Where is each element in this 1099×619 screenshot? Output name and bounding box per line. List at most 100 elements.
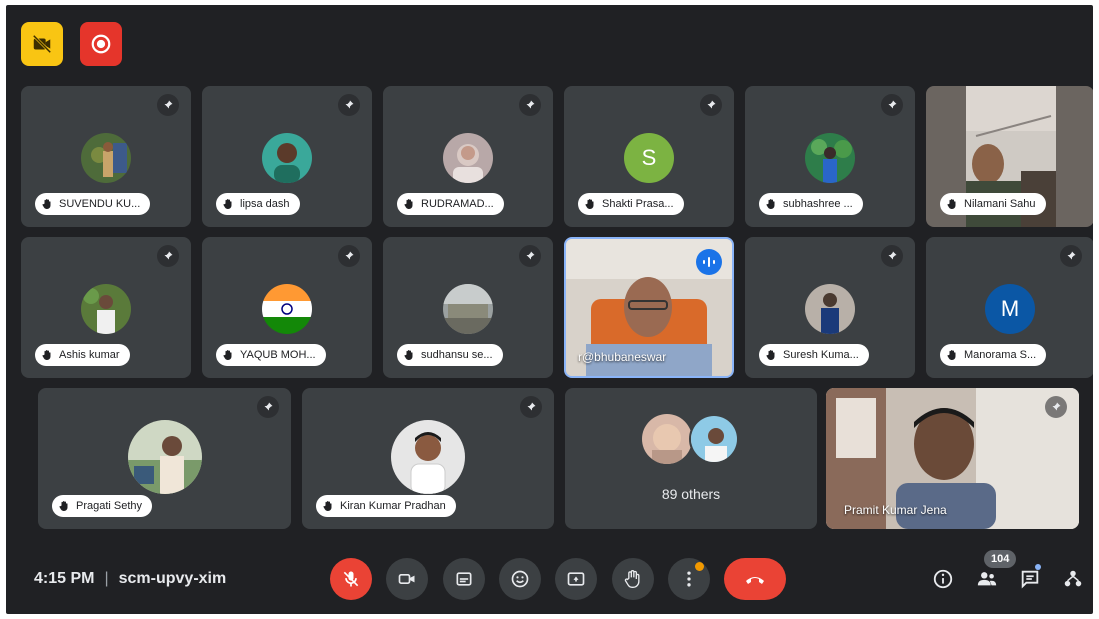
others-tile[interactable]: 89 others <box>565 388 817 529</box>
participant-name-label: subhashree ... <box>783 198 853 210</box>
others-count: 89 others <box>661 486 721 502</box>
pin-icon[interactable] <box>338 94 360 116</box>
raised-hand-icon <box>585 199 594 209</box>
participant-tile[interactable]: sudhansu se... <box>383 237 553 378</box>
avatar <box>443 133 493 183</box>
pin-icon[interactable] <box>338 245 360 267</box>
participant-name-label: RUDRAMAD... <box>421 198 494 210</box>
raised-hand-icon <box>766 350 775 360</box>
participant-tile[interactable]: subhashree ... <box>745 86 915 227</box>
emoji-icon <box>511 570 529 588</box>
activities-button[interactable] <box>1061 567 1085 591</box>
info-icon <box>933 569 953 589</box>
participant-tile[interactable]: RUDRAMAD... <box>383 86 553 227</box>
people-icon <box>977 572 997 586</box>
participant-name-label: Shakti Prasa... <box>602 198 674 210</box>
meeting-code: scm-upvy-xim <box>118 570 227 587</box>
pin-icon[interactable] <box>881 245 903 267</box>
chat-unread-dot <box>1035 564 1041 570</box>
participant-name-label: Nilamani Sahu <box>964 198 1036 210</box>
pin-icon[interactable] <box>881 94 903 116</box>
letter-avatar: S <box>624 133 674 183</box>
participant-video-tile[interactable]: Nilamani Sahu <box>926 86 1093 227</box>
meeting-details-button[interactable] <box>931 567 955 591</box>
participant-tile[interactable]: SUVENDU KU... <box>21 86 191 227</box>
more-options-button[interactable] <box>668 558 710 600</box>
avatar <box>443 284 493 334</box>
activities-icon <box>1064 570 1082 587</box>
pin-icon[interactable] <box>257 396 279 418</box>
avatar <box>81 284 131 334</box>
participant-name-label: Kiran Kumar Pradhan <box>340 500 446 512</box>
recording-badge[interactable] <box>80 22 122 66</box>
raised-hand-icon <box>59 501 68 511</box>
raised-hand-icon <box>766 199 775 209</box>
participant-name: Ashis kumar <box>35 344 130 366</box>
participant-video-tile[interactable]: Pramit Kumar Jena <box>826 388 1079 529</box>
participant-tile[interactable]: Ashis kumar <box>21 237 191 378</box>
participant-name-label: Suresh Kuma... <box>783 349 859 361</box>
chat-button[interactable] <box>1018 567 1042 591</box>
present-icon <box>567 572 585 586</box>
pin-icon[interactable] <box>700 94 722 116</box>
pin-icon[interactable] <box>1060 245 1082 267</box>
raised-hand-icon <box>223 199 232 209</box>
participant-tile[interactable]: Suresh Kuma... <box>745 237 915 378</box>
captions-button[interactable] <box>443 558 485 600</box>
recording-icon <box>91 34 111 54</box>
participant-tile[interactable]: Kiran Kumar Pradhan <box>302 388 554 529</box>
pin-icon[interactable] <box>520 396 542 418</box>
raised-hand-icon <box>947 350 956 360</box>
participant-tile[interactable]: Pragati Sethy <box>38 388 291 529</box>
participant-name: Nilamani Sahu <box>940 193 1046 215</box>
end-call-icon <box>746 577 764 584</box>
participant-tile[interactable]: M Manorama S... <box>926 237 1093 378</box>
pin-icon[interactable] <box>519 245 541 267</box>
participant-name-label: Pramit Kumar Jena <box>844 503 947 517</box>
avatar <box>642 414 692 464</box>
participant-name-label: sudhansu se... <box>421 349 493 361</box>
pin-icon[interactable] <box>157 245 179 267</box>
raised-hand-icon <box>223 350 232 360</box>
participant-name-label: YAQUB MOH... <box>240 349 316 361</box>
pin-icon[interactable] <box>157 94 179 116</box>
participant-name-label: Ashis kumar <box>59 349 120 361</box>
participant-name: SUVENDU KU... <box>35 193 151 215</box>
present-button[interactable] <box>555 558 597 600</box>
participant-name-label: Pragati Sethy <box>76 500 143 512</box>
active-speaker-tile[interactable]: r@bhubaneswar <box>564 237 734 378</box>
pin-icon[interactable] <box>519 94 541 116</box>
captions-icon <box>456 572 472 586</box>
raised-hand-icon <box>404 350 413 360</box>
participant-name: Shakti Prasa... <box>578 193 684 215</box>
people-count-badge: 104 <box>984 550 1017 568</box>
meeting-info: 4:15 PM | scm-upvy-xim <box>34 570 226 588</box>
pin-icon[interactable] <box>1045 396 1067 418</box>
participant-name-label: lipsa dash <box>240 198 290 210</box>
participant-name: Manorama S... <box>940 344 1047 366</box>
speaking-indicator-icon <box>696 249 722 275</box>
people-button[interactable] <box>975 567 999 591</box>
avatar <box>805 133 855 183</box>
participant-tile[interactable]: S Shakti Prasa... <box>564 86 734 227</box>
raise-hand-button[interactable] <box>612 558 654 600</box>
participant-tile[interactable]: lipsa dash <box>202 86 372 227</box>
leave-call-button[interactable] <box>724 558 786 600</box>
letter-avatar: M <box>985 284 1035 334</box>
participant-name-label: r@bhubaneswar <box>578 350 667 364</box>
participant-name: Pragati Sethy <box>52 495 153 517</box>
raised-hand-icon <box>323 501 332 511</box>
participant-name: sudhansu se... <box>397 344 503 366</box>
participant-tile[interactable]: YAQUB MOH... <box>202 237 372 378</box>
participant-name-label: Manorama S... <box>964 349 1037 361</box>
camera-off-badge[interactable] <box>21 22 63 66</box>
meeting-time: 4:15 PM <box>34 570 95 587</box>
participant-name: YAQUB MOH... <box>216 344 326 366</box>
reactions-button[interactable] <box>499 558 541 600</box>
participant-name: Suresh Kuma... <box>759 344 869 366</box>
camera-toggle-button[interactable] <box>386 558 428 600</box>
camera-icon <box>398 574 415 584</box>
mic-toggle-button[interactable] <box>330 558 372 600</box>
raised-hand-icon <box>404 199 413 209</box>
chat-icon <box>1021 570 1039 589</box>
